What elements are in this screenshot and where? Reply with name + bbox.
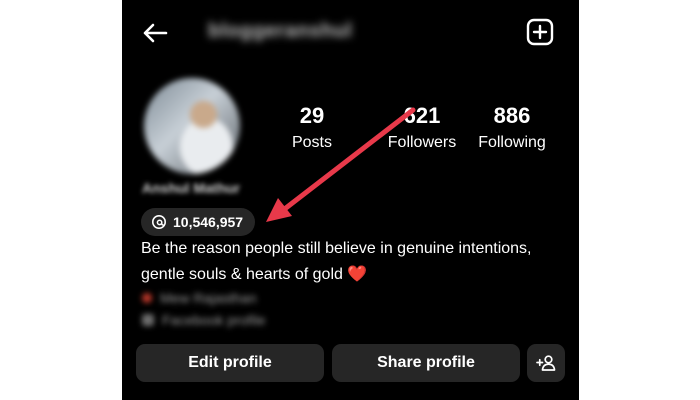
bio-line-1: Be the reason people still believe in ge…	[141, 240, 532, 257]
display-name: Anshul Mathur	[142, 180, 240, 196]
profile-screen: bloggeranshul 29 Posts 621 Followers 886…	[122, 0, 579, 400]
posts-count: 29	[299, 103, 325, 128]
plus-square-icon	[526, 18, 554, 46]
threads-icon	[152, 215, 166, 229]
posts-label: Posts	[291, 134, 332, 151]
arrow-left-icon	[143, 23, 168, 43]
location-text: Mew Rajasthan	[160, 290, 257, 306]
discover-people-button[interactable]	[527, 344, 565, 382]
bio-line-2: gentle souls & hearts of gold	[141, 266, 343, 283]
back-button[interactable]	[140, 18, 170, 48]
avatar[interactable]	[144, 78, 240, 174]
profile-bio: Be the reason people still believe in ge…	[141, 236, 579, 288]
username-title: bloggeranshul	[208, 20, 353, 42]
heart-emoji: ❤️	[347, 266, 368, 283]
threads-follower-count: 10,546,957	[173, 214, 244, 230]
facebook-link[interactable]: Facebook profile	[142, 312, 266, 328]
threads-badge[interactable]: 10,546,957	[141, 208, 256, 236]
stat-posts[interactable]: 29 Posts	[257, 104, 367, 152]
following-label: Following	[478, 134, 546, 151]
top-bar: bloggeranshul	[122, 0, 579, 64]
create-button[interactable]	[526, 18, 554, 46]
share-profile-button[interactable]: Share profile	[332, 344, 520, 382]
bio-line-2-wrap: gentle souls & hearts of gold ❤️	[141, 262, 579, 288]
location-pin-icon	[142, 293, 152, 303]
following-count: 886	[493, 103, 531, 128]
facebook-text: Facebook profile	[162, 312, 266, 328]
location-link[interactable]: Mew Rajasthan	[142, 290, 257, 306]
facebook-icon	[142, 314, 154, 326]
stat-following[interactable]: 886 Following	[457, 104, 567, 152]
edit-profile-button[interactable]: Edit profile	[136, 344, 324, 382]
add-person-icon	[536, 355, 556, 371]
